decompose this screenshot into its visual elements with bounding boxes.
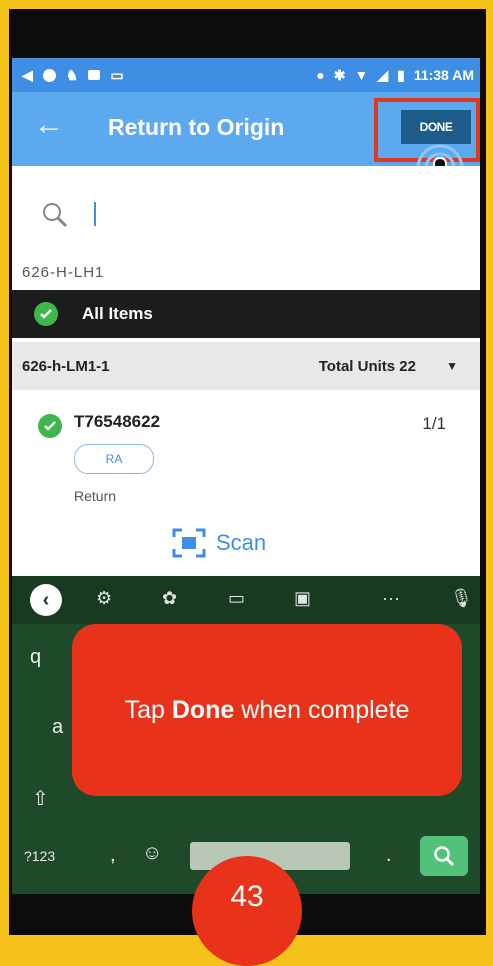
item-id: T76548622 [74, 412, 161, 431]
scan-icon [172, 528, 206, 558]
signal-icon: ◢ [377, 66, 389, 83]
status-time: 11:38 AM [413, 67, 474, 83]
emoji-icon[interactable]: ☺ [142, 842, 162, 865]
settings-icon[interactable]: ⚙ [96, 588, 112, 609]
circle-icon [42, 68, 56, 82]
keyboard-toolbar: ‹ ⚙ ✿ ▭ ▣ ··· 🎙 [12, 576, 480, 624]
search-icon [434, 846, 455, 867]
notification-icon: ♞ [65, 66, 79, 83]
screen-icon[interactable]: ▭ [228, 588, 245, 609]
item-count: 1/1 [422, 414, 446, 433]
list-item[interactable]: T76548622 1/1 RA Return [12, 402, 480, 512]
page-number-badge: 43 [192, 856, 302, 966]
all-items-label: All Items [82, 304, 153, 323]
location-icon: ● [316, 67, 325, 83]
palette-icon[interactable]: ✿ [162, 588, 177, 609]
arrow-left-icon[interactable]: ← [34, 110, 64, 140]
caret-down-icon[interactable]: ▼ [446, 359, 458, 373]
instruction-callout: Tap Done when complete [72, 624, 462, 796]
message-icon: ▭ [110, 66, 124, 83]
bluetooth-icon: ✱ [333, 66, 346, 83]
scan-label: Scan [216, 530, 267, 555]
key-a[interactable]: a [52, 716, 63, 739]
shift-icon[interactable]: ⇧ [32, 786, 49, 811]
group-total-units: Total Units 22 [318, 357, 416, 375]
location-label: 626-H-LH1 [22, 264, 105, 281]
group-name: 626-h-LM1-1 [22, 357, 110, 375]
content-area: 626-H-LH1 All Items 626-h-LM1-1 Total Un… [12, 166, 480, 576]
more-icon[interactable]: ··· [382, 588, 400, 609]
back-nav-icon: ◀ [22, 66, 33, 83]
page-title: Return to Origin [108, 114, 285, 140]
all-items-bar[interactable]: All Items [12, 290, 480, 338]
ra-tag: RA [74, 444, 154, 474]
status-bar: ◀ ♞ ▭ ● ✱ ▼ ◢ ▮ 11:38 AM [12, 58, 480, 92]
search-icon [43, 203, 68, 228]
clipboard-icon[interactable]: ▣ [294, 588, 311, 609]
numbers-key[interactable]: ?123 [24, 848, 55, 864]
image-icon [88, 70, 101, 80]
check-icon [34, 302, 58, 326]
chevron-left-icon[interactable]: ‹ [30, 584, 62, 616]
microphone-icon[interactable]: 🎙 [450, 588, 473, 609]
search-input[interactable] [94, 202, 96, 226]
key-comma[interactable]: , [110, 844, 116, 867]
instruction-text: Tap Done when complete [124, 696, 410, 724]
item-type: Return [74, 488, 117, 504]
check-icon [38, 414, 62, 438]
battery-icon: ▮ [397, 66, 405, 83]
keyboard-search-key[interactable] [420, 836, 468, 876]
key-q[interactable]: q [30, 646, 41, 669]
wifi-icon: ▼ [354, 67, 369, 83]
key-period[interactable]: . [386, 844, 392, 867]
scan-button[interactable]: Scan [172, 528, 266, 558]
group-header[interactable]: 626-h-LM1-1 Total Units 22 ▼ [12, 342, 480, 390]
